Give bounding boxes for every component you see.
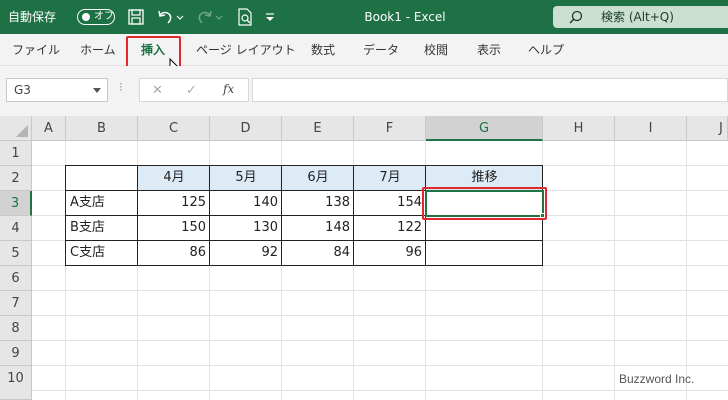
formula-bar-grip[interactable]: ⁝	[119, 80, 123, 94]
fill-handle[interactable]	[540, 213, 545, 218]
tab-view[interactable]: 表示	[477, 34, 501, 66]
gridline	[32, 390, 728, 391]
table-border	[65, 240, 543, 241]
row-header-10[interactable]: 10	[0, 366, 32, 400]
formula-bar: G3 ⁝ ✕ ✓ fx	[0, 66, 728, 116]
gridline	[614, 141, 615, 400]
gridline	[32, 340, 728, 341]
redo-dropdown-icon[interactable]	[214, 8, 224, 26]
undo-dropdown-icon[interactable]	[175, 8, 185, 26]
ribbon-tabs: ファイル ホーム 挿入 ページ レイアウト 数式 データ 校閲 表示 ヘルプ	[0, 34, 728, 66]
name-box-value: G3	[14, 83, 31, 97]
formula-buttons: ✕ ✓ fx	[139, 78, 249, 102]
tab-home[interactable]: ホーム	[80, 34, 116, 66]
undo-icon[interactable]	[156, 8, 174, 26]
column-header-g[interactable]: G	[426, 116, 543, 141]
column-header-d[interactable]: D	[210, 116, 282, 141]
tab-help[interactable]: ヘルプ	[528, 34, 564, 66]
tab-formulas[interactable]: 数式	[311, 34, 335, 66]
autosave-state: オフ	[94, 11, 114, 22]
gridline	[32, 290, 728, 291]
column-header-h[interactable]: H	[543, 116, 615, 141]
title-bar: 自動保存 オフ Book1 - Excel 検索 (Alt+Q)	[0, 0, 728, 34]
column-header-e[interactable]: E	[282, 116, 354, 141]
search-box[interactable]: 検索 (Alt+Q)	[553, 6, 728, 28]
row-header-8[interactable]: 8	[0, 316, 32, 341]
row-header-3[interactable]: 3	[0, 191, 32, 216]
row-header-2[interactable]: 2	[0, 166, 32, 191]
autosave-label: 自動保存	[8, 10, 57, 24]
select-all-button[interactable]	[0, 116, 32, 141]
customize-toolbar-icon[interactable]	[264, 8, 276, 26]
row-header-1[interactable]: 1	[0, 141, 32, 166]
name-box[interactable]: G3	[6, 78, 108, 102]
column-header-f[interactable]: F	[354, 116, 426, 141]
column-header-j[interactable]: J	[687, 116, 728, 141]
tab-data[interactable]: データ	[363, 34, 399, 66]
worksheet-grid[interactable]: A B C D E F G H I J 1 2 3 4 5 6 7 8 9 10…	[0, 116, 728, 400]
column-header-a[interactable]: A	[32, 116, 66, 141]
print-preview-icon[interactable]	[236, 8, 254, 26]
select-all-icon	[16, 125, 28, 137]
row-header-7[interactable]: 7	[0, 291, 32, 316]
gridline	[32, 365, 728, 366]
save-icon[interactable]	[127, 8, 145, 26]
column-header-b[interactable]: B	[66, 116, 138, 141]
active-cell-selection	[425, 190, 544, 217]
formula-input[interactable]	[252, 78, 728, 102]
enter-icon[interactable]: ✓	[186, 83, 197, 99]
autosave-toggle[interactable]: オフ	[77, 9, 115, 25]
tab-file[interactable]: ファイル	[12, 34, 60, 66]
row-header-9[interactable]: 9	[0, 341, 32, 366]
column-header-c[interactable]: C	[138, 116, 210, 141]
search-icon	[569, 10, 583, 24]
gridline	[32, 315, 728, 316]
watermark: Buzzword Inc.	[619, 372, 695, 386]
tab-page-layout[interactable]: ページ レイアウト	[196, 34, 296, 66]
tab-review[interactable]: 校閲	[424, 34, 448, 66]
row-header-4[interactable]: 4	[0, 216, 32, 241]
row-header-6[interactable]: 6	[0, 266, 32, 291]
column-header-i[interactable]: I	[615, 116, 687, 141]
cancel-icon[interactable]: ✕	[152, 83, 163, 99]
redo-icon[interactable]	[196, 8, 214, 26]
window-title: Book1 - Excel	[364, 10, 446, 24]
row-header-5[interactable]: 5	[0, 241, 32, 266]
name-box-dropdown-icon[interactable]	[93, 88, 101, 93]
toggle-knob	[82, 13, 90, 21]
search-label: 検索 (Alt+Q)	[601, 10, 674, 24]
insert-function-icon[interactable]: fx	[223, 82, 234, 96]
gridline	[686, 141, 687, 400]
